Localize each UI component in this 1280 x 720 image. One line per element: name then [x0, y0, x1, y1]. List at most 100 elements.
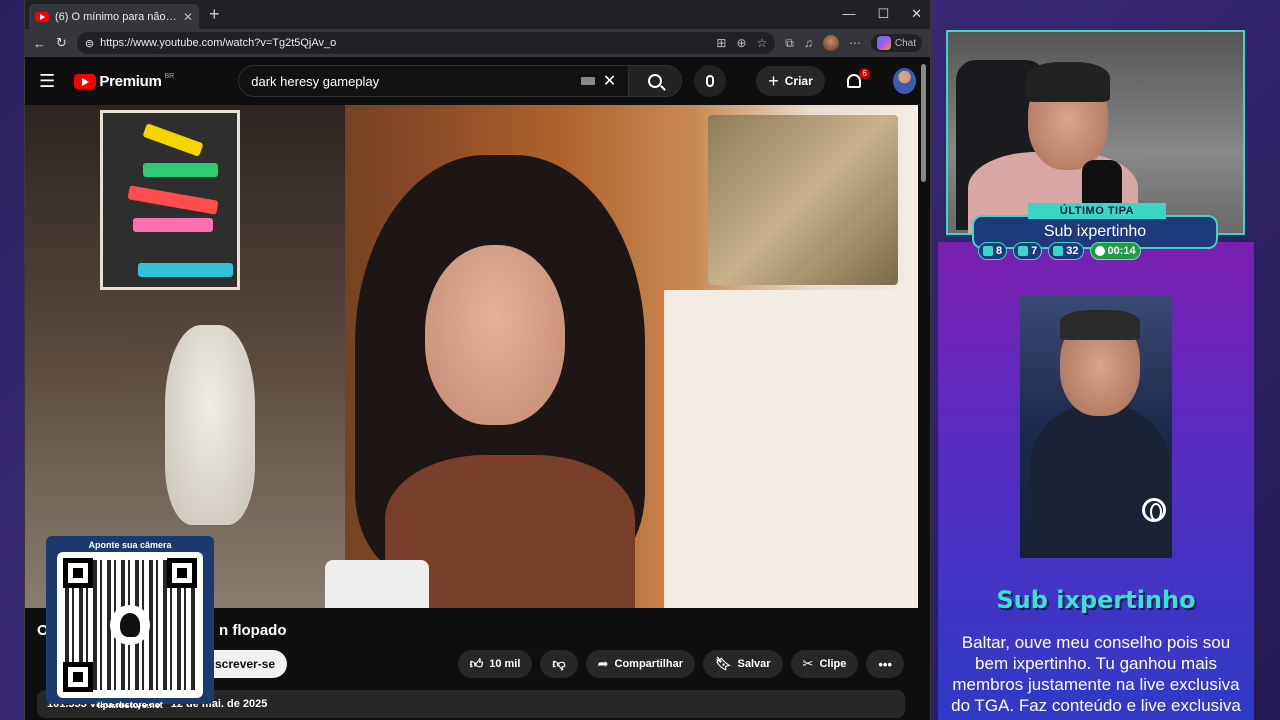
- toolbar-icons: ⧉ ♫ ⋯ Chat: [785, 34, 922, 52]
- chat-label: Chat: [894, 37, 916, 49]
- create-button[interactable]: + Criar: [756, 66, 825, 96]
- tab-bar: (6) O mínimo para não ser um flopado ✕ +…: [25, 0, 930, 29]
- stat-timer: 00:14: [1089, 242, 1141, 260]
- video-mug: [325, 560, 429, 608]
- voice-search-button[interactable]: [694, 65, 727, 97]
- favorite-star-icon[interactable]: ☆: [757, 36, 768, 50]
- keyboard-icon[interactable]: [580, 77, 595, 85]
- like-button[interactable]: 👍︎ 10 mil: [457, 650, 533, 678]
- copilot-chat-button[interactable]: Chat: [870, 34, 922, 52]
- share-label: Compartilhar: [614, 658, 683, 670]
- url-text[interactable]: https://www.youtube.com/watch?v=Tg2t5QjA…: [100, 37, 710, 49]
- minimize-button[interactable]: —: [842, 6, 855, 22]
- like-action[interactable]: 👍︎ 10 mil: [470, 656, 521, 672]
- video-statue: [165, 325, 255, 525]
- share-button[interactable]: ➦ Compartilhar: [585, 650, 695, 678]
- youtube-favicon-icon: [35, 11, 49, 22]
- profile-avatar-icon[interactable]: [822, 35, 839, 51]
- search-bar: dark heresy gameplay ✕: [238, 65, 727, 97]
- youtube-play-icon: [74, 73, 97, 89]
- qr-code: [57, 552, 203, 698]
- menu-hamburger-icon[interactable]: ☰: [39, 71, 60, 92]
- thumbs-up-icon: 👍︎: [469, 656, 484, 671]
- stat-value: 7: [1031, 245, 1038, 257]
- clip-button[interactable]: ✂ Clipe: [790, 650, 859, 678]
- maximize-button[interactable]: ☐: [877, 6, 889, 22]
- stat-twitch: 8: [978, 242, 1008, 260]
- zoom-icon[interactable]: ⊕: [736, 36, 746, 50]
- scrollbar-thumb[interactable]: [921, 64, 926, 182]
- stat-youtube: 7: [1013, 242, 1043, 260]
- twitch-icon: [983, 246, 993, 256]
- notification-badge: 6: [859, 68, 870, 79]
- video-presenter: [325, 155, 705, 608]
- close-window-button[interactable]: ✕: [911, 6, 922, 22]
- address-bar-icons: ⊞ ⊕ ☆: [716, 36, 767, 50]
- browser-tab[interactable]: (6) O mínimo para não ser um flopado ✕: [29, 4, 199, 29]
- video-book: [100, 110, 240, 290]
- media-icon[interactable]: ♫: [804, 36, 813, 50]
- clip-label: Clipe: [819, 658, 847, 670]
- save-label: Salvar: [737, 658, 771, 670]
- stat-value: 00:14: [1107, 245, 1136, 257]
- address-bar-row: ← ↻ ⊜ https://www.youtube.com/watch?v=Tg…: [25, 29, 930, 57]
- video-play-button-plaque: [708, 115, 898, 285]
- reload-icon[interactable]: ↻: [56, 35, 67, 51]
- qr-top-text: Aponte sua câmera: [88, 540, 172, 550]
- logo-text: Premium: [99, 72, 162, 90]
- more-dots-icon: •••: [878, 656, 892, 672]
- scissors-icon: ✂: [802, 656, 814, 671]
- window-controls: — ☐ ✕: [842, 6, 922, 22]
- save-button[interactable]: 🔖︎ Salvar: [702, 650, 783, 678]
- stat-value: 32: [1066, 245, 1079, 257]
- search-icon: [648, 74, 663, 88]
- youtube-premium-logo[interactable]: Premium BR: [74, 73, 174, 90]
- qr-url: tipa.rbstore.net: [97, 700, 163, 710]
- last-tipa-label: ÚLTIMO TIPA: [1028, 203, 1166, 219]
- new-tab-button[interactable]: +: [209, 4, 220, 25]
- logo-region: BR: [164, 72, 175, 80]
- plus-icon: +: [768, 70, 779, 91]
- search-input[interactable]: dark heresy gameplay ✕: [238, 65, 629, 97]
- page-scrollbar[interactable]: [920, 58, 928, 713]
- video-player[interactable]: [25, 105, 918, 608]
- dislike-button[interactable]: 👎︎: [540, 650, 578, 678]
- tipa-panel: Sub ixpertinho Baltar, ouve meu conselho…: [938, 242, 1254, 720]
- account-avatar[interactable]: [892, 68, 916, 94]
- tab-close-icon[interactable]: ✕: [183, 10, 193, 24]
- site-info-icon[interactable]: ⊜: [85, 37, 94, 50]
- back-arrow-icon[interactable]: ←: [33, 36, 46, 51]
- tipa-image: [1020, 296, 1172, 558]
- apps-icon[interactable]: ⊞: [716, 36, 726, 50]
- search-query[interactable]: dark heresy gameplay: [251, 74, 573, 89]
- share-icon: ➦: [597, 656, 609, 671]
- extensions-icon[interactable]: ⧉: [785, 36, 794, 51]
- kick-icon: [1053, 246, 1064, 256]
- video-actions: 👍︎ 10 mil 👎︎ ➦ Compartilhar 🔖︎ Salvar ✂ …: [457, 650, 904, 678]
- clear-search-icon[interactable]: ✕: [603, 71, 616, 91]
- bookmark-icon: 🔖︎: [714, 656, 732, 671]
- tipa-donor-name: Sub ixpertinho: [996, 586, 1196, 614]
- like-count: 10 mil: [489, 658, 521, 670]
- stream-stats: 8 7 32 00:14: [978, 242, 1208, 260]
- notifications-button[interactable]: 6: [846, 68, 870, 88]
- address-bar[interactable]: ⊜ https://www.youtube.com/watch?v=Tg2t5Q…: [76, 32, 776, 54]
- youtube-header: ☰ Premium BR dark heresy gameplay ✕ + Cr…: [25, 57, 930, 105]
- timer-icon: [1094, 246, 1105, 256]
- qr-overlay: Aponte sua câmera tipa.rbstore.net: [46, 536, 214, 710]
- microphone-icon: [706, 75, 715, 87]
- stat-value: 8: [996, 245, 1003, 257]
- tab-title: (6) O mínimo para não ser um flopado: [55, 10, 177, 23]
- video-title-continued: n flopado: [219, 622, 287, 639]
- more-menu-icon[interactable]: ⋯: [849, 36, 861, 50]
- stat-kick: 32: [1048, 242, 1084, 260]
- more-actions-button[interactable]: •••: [866, 650, 904, 678]
- thumbs-down-icon: 👎︎: [552, 656, 566, 671]
- copilot-icon: [876, 36, 891, 50]
- globo-logo-icon: [1142, 498, 1166, 522]
- create-label: Criar: [784, 74, 813, 88]
- qr-logo-icon: [110, 605, 150, 645]
- search-button[interactable]: [628, 65, 683, 97]
- youtube-icon: [1018, 246, 1029, 256]
- tipa-message: Baltar, ouve meu conselho pois sou bem i…: [951, 633, 1241, 720]
